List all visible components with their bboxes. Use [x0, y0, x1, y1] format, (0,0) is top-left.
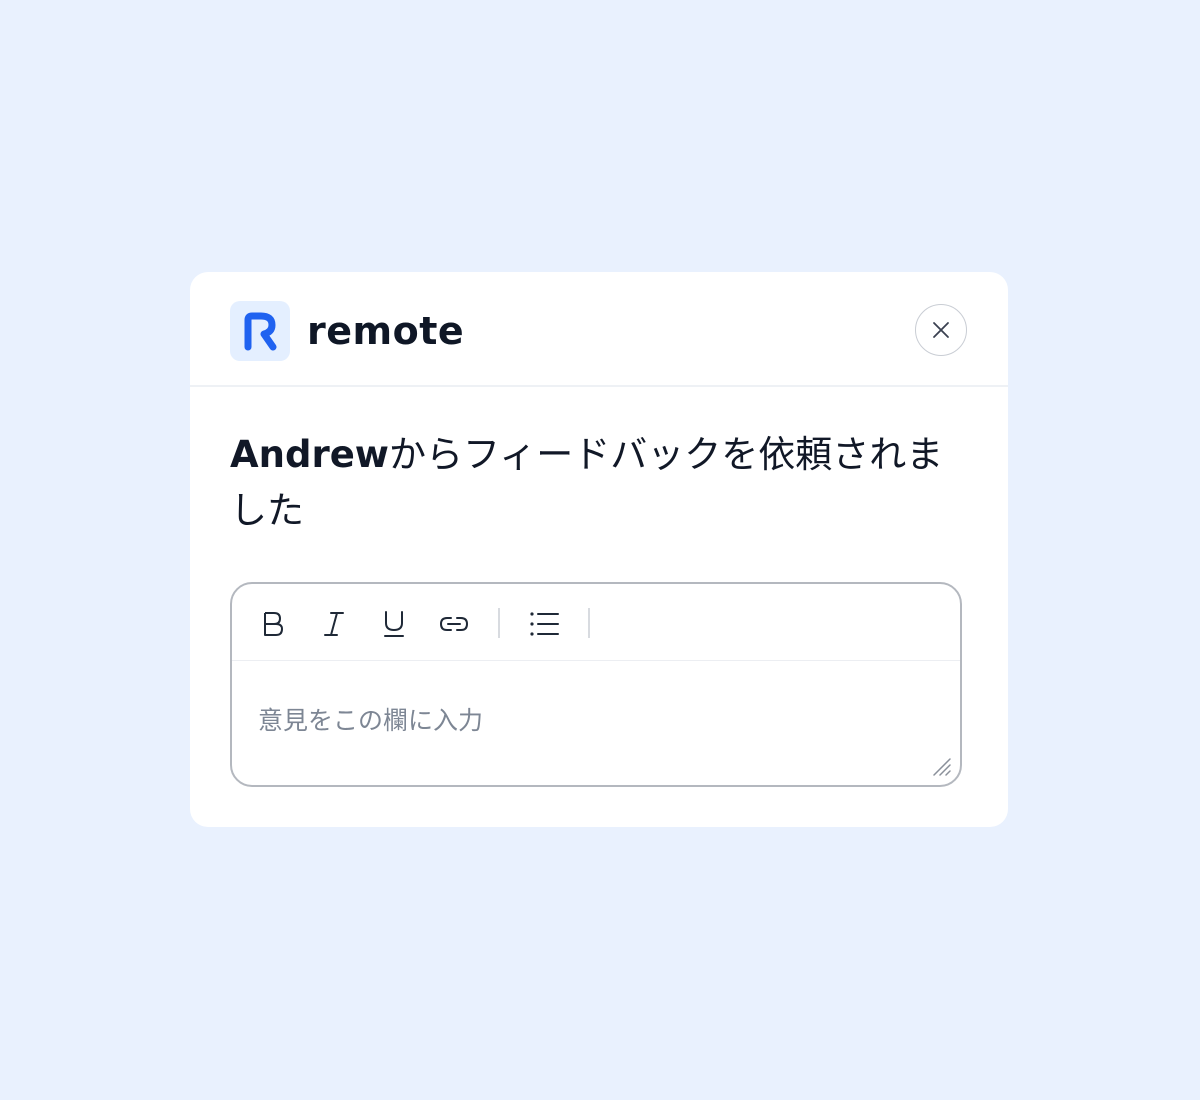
- feedback-editor: [230, 582, 962, 787]
- italic-button[interactable]: [314, 604, 354, 644]
- link-icon: [439, 617, 469, 631]
- editor-toolbar: [232, 584, 960, 661]
- remote-r-logo-icon: [230, 301, 290, 361]
- toolbar-separator: [588, 608, 590, 638]
- italic-icon: [324, 612, 344, 636]
- toolbar-separator: [498, 608, 500, 638]
- bullet-list-button[interactable]: [524, 604, 564, 644]
- bold-icon: [264, 612, 283, 636]
- underline-button[interactable]: [374, 604, 414, 644]
- bold-button[interactable]: [254, 604, 294, 644]
- requester-name: Andrew: [230, 433, 389, 476]
- resize-grip-icon[interactable]: [928, 753, 952, 777]
- close-button[interactable]: [915, 304, 967, 356]
- underline-icon: [384, 611, 404, 637]
- card-header: remote: [190, 272, 1008, 387]
- feedback-textarea[interactable]: [232, 661, 960, 785]
- link-button[interactable]: [434, 604, 474, 644]
- bullet-list-icon: [530, 612, 559, 636]
- brand-name: remote: [307, 309, 465, 353]
- feedback-request-card: remote Andrewからフィードバックを依頼されました: [190, 272, 1008, 827]
- feedback-request-title: Andrewからフィードバックを依頼されました: [230, 427, 960, 539]
- close-icon: [933, 322, 949, 338]
